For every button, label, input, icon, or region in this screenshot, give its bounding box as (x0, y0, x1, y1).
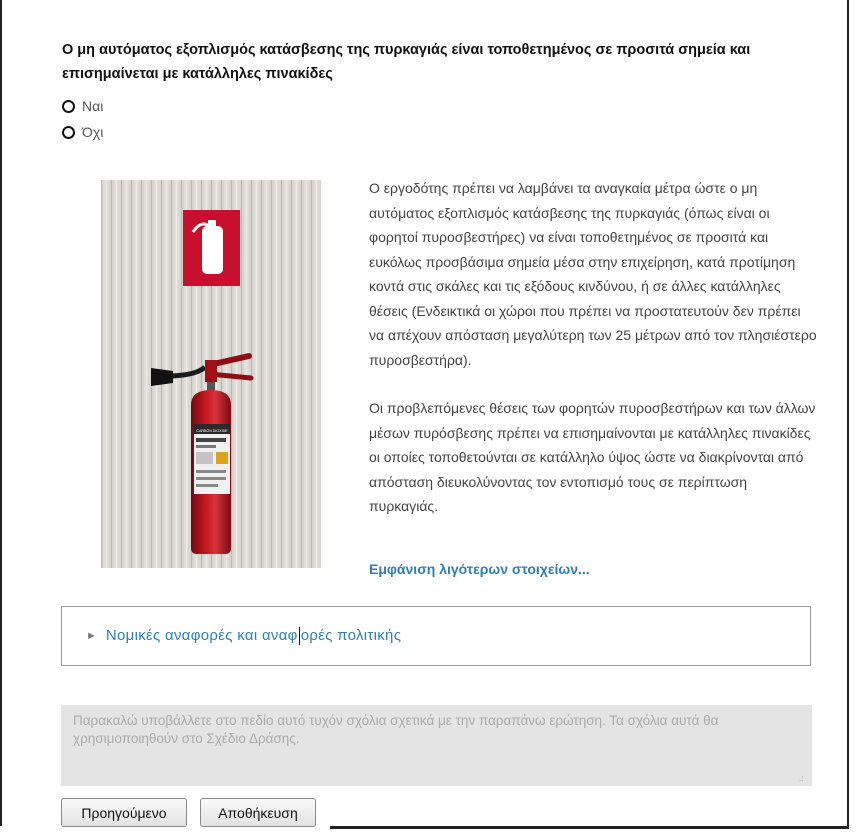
option-no[interactable]: Όχι (62, 124, 103, 140)
description-paragraph-2: Οι προβλεπόμενες θέσεις των φορητών πυρο… (369, 400, 816, 514)
option-yes-label: Ναι (82, 98, 104, 114)
description: Ο εργοδότης πρέπει να λαμβάνει τα αναγκα… (369, 176, 819, 543)
fire-extinguisher-photo: CARBON DIOXIDE (101, 180, 321, 568)
bottom-divider (330, 826, 849, 829)
cylinder-label-text: CARBON DIOXIDE (196, 429, 228, 433)
previous-button[interactable]: Προηγούμενο (61, 798, 187, 827)
description-paragraph-1: Ο εργοδότης πρέπει να λαμβάνει τα αναγκα… (369, 180, 817, 368)
text-cursor (298, 627, 300, 646)
legal-references-label: Νομικές αναφορές και αναφ ορές πολιτικής (105, 626, 402, 646)
question-text: Ο μη αυτόματος εξοπλισμός κατάσβεσης της… (62, 42, 751, 82)
radio-no[interactable] (62, 125, 75, 139)
radio-yes[interactable] (62, 99, 75, 113)
legal-references-toggle[interactable]: ► Νομικές αναφορές και αναφ ορές πολιτική… (61, 606, 811, 666)
expand-triangle-icon: ► (86, 630, 97, 642)
show-less-link[interactable]: Εμφάνιση λιγότερων στοιχείων... (369, 561, 590, 577)
option-yes[interactable]: Ναι (62, 98, 103, 114)
save-button[interactable]: Αποθήκευση (200, 798, 316, 827)
resize-handle-icon[interactable]: .: (799, 774, 803, 783)
option-no-label: Όχι (82, 124, 104, 140)
comments-textarea[interactable] (61, 705, 812, 786)
